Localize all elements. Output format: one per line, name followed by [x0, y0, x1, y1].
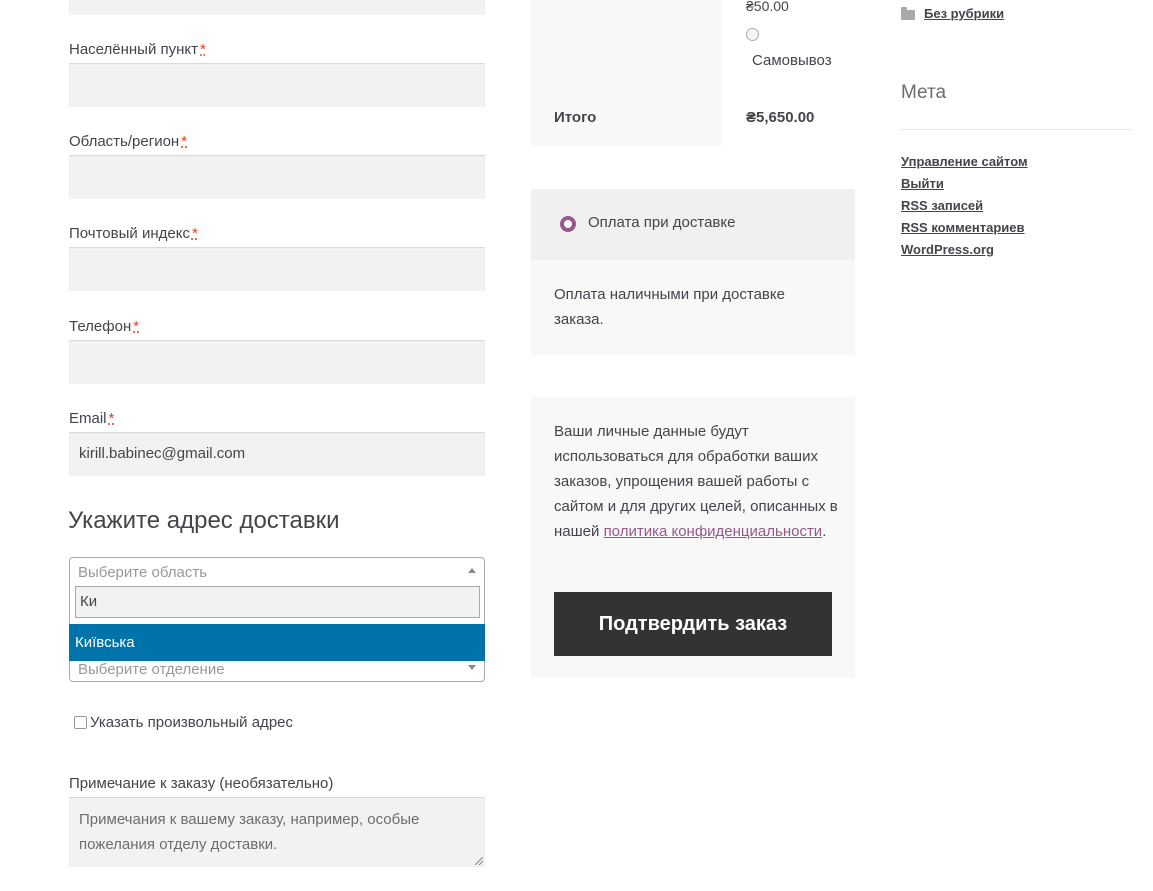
postcode-input[interactable]	[69, 247, 485, 291]
meta-link-logout[interactable]: Выйти	[901, 176, 944, 191]
city-label: Населённый пункт *	[69, 40, 206, 60]
address-field-partial[interactable]	[69, 0, 485, 15]
privacy-notice: Ваши личные данные будут использоваться …	[554, 419, 839, 544]
required-mark: *	[191, 225, 198, 242]
postcode-label-text: Почтовый индекс	[69, 225, 190, 242]
required-mark: *	[133, 318, 140, 335]
required-mark: *	[108, 410, 115, 427]
region-select[interactable]: Выберите область Ки Київська Выберите от…	[69, 557, 485, 682]
folder-icon	[901, 7, 915, 20]
meta-link-item: WordPress.org	[901, 239, 1028, 261]
region-label: Область/регион *	[69, 132, 187, 152]
total-value: ₴5,650.00	[746, 109, 815, 126]
meta-link-rss-comments[interactable]: RSS комментариев	[901, 220, 1025, 235]
resize-grip-icon[interactable]	[475, 857, 483, 865]
region-label-text: Область/регион	[69, 133, 180, 150]
phone-label-text: Телефон	[69, 318, 132, 335]
total-label: Итого	[554, 109, 597, 126]
city-label-text: Населённый пункт	[69, 41, 199, 58]
order-notes-placeholder: Примечания к вашему заказу, например, ос…	[79, 811, 420, 853]
payment-radio-selected[interactable]	[560, 216, 576, 232]
dropdown-option-kyivska[interactable]: Київська	[69, 624, 485, 661]
email-label-text: Email	[69, 410, 107, 427]
meta-link-item: Управление сайтом	[901, 151, 1028, 173]
order-notes-textarea[interactable]: Примечания к вашему заказу, например, ос…	[69, 797, 485, 867]
payment-method-cod[interactable]: Оплата при доставке	[531, 189, 855, 260]
phone-input[interactable]	[69, 340, 485, 384]
meta-link-item: RSS записей	[901, 195, 1028, 217]
privacy-text-end: .	[822, 523, 827, 540]
order-notes-label: Примечание к заказу (необязательно)	[69, 775, 334, 792]
category-link[interactable]: Без рубрики	[924, 6, 1004, 21]
branch-select-placeholder[interactable]: Выберите отделение	[78, 661, 225, 678]
required-mark: *	[181, 133, 188, 150]
email-label: Email *	[69, 409, 114, 429]
custom-address-label[interactable]: Указать произвольный адрес	[90, 714, 293, 731]
region-input[interactable]	[69, 155, 485, 199]
shipping-section-title: Укажите адрес доставки	[68, 507, 340, 534]
shipping-price: ₴50.00	[746, 0, 789, 14]
payment-methods: Оплата при доставке Оплата наличными при…	[531, 189, 855, 355]
place-order-box: Ваши личные данные будут использоваться …	[531, 397, 855, 678]
postcode-label: Почтовый индекс *	[69, 224, 198, 244]
meta-link-rss-posts[interactable]: RSS записей	[901, 198, 983, 213]
place-order-button[interactable]: Подтвердить заказ	[554, 592, 832, 656]
region-search-input[interactable]: Ки	[75, 586, 480, 618]
pickup-radio[interactable]	[746, 28, 759, 41]
meta-links-list: Управление сайтом Выйти RSS записей RSS …	[901, 151, 1028, 261]
meta-widget-title: Мета	[901, 82, 947, 103]
city-input[interactable]	[69, 63, 485, 107]
meta-link-item: Выйти	[901, 173, 1028, 195]
meta-link-item: RSS комментариев	[901, 217, 1028, 239]
chevron-down-icon[interactable]	[468, 665, 476, 670]
payment-method-title[interactable]: Оплата при доставке	[588, 214, 735, 231]
meta-link-wordpress[interactable]: WordPress.org	[901, 242, 994, 257]
region-select-placeholder: Выберите область	[78, 564, 208, 581]
pickup-label[interactable]: Самовывоз	[752, 52, 832, 69]
payment-method-description: Оплата наличными при доставке заказа.	[554, 286, 785, 328]
privacy-policy-link[interactable]: политика конфиденциальности	[604, 523, 823, 540]
custom-address-checkbox[interactable]	[74, 716, 87, 729]
required-mark: *	[200, 41, 206, 58]
phone-label: Телефон *	[69, 317, 139, 337]
meta-link-admin[interactable]: Управление сайтом	[901, 154, 1028, 169]
widget-divider	[901, 129, 1131, 130]
chevron-up-icon	[468, 568, 476, 573]
email-input[interactable]: kirill.babinec@gmail.com	[69, 432, 485, 476]
